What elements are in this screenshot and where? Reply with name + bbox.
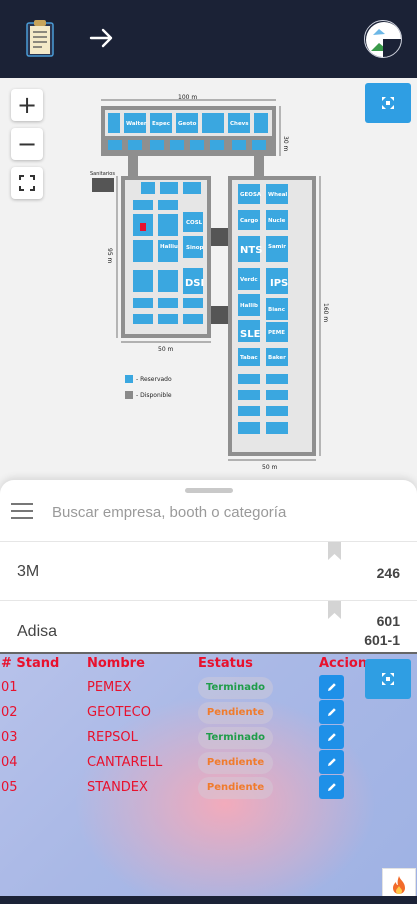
booth-label: COSL	[186, 220, 203, 226]
fullscreen-icon	[19, 175, 35, 191]
column-header-nombre: Nombre	[87, 656, 145, 671]
status-badge: Terminado	[198, 677, 273, 699]
booth-label: Halliu	[160, 244, 178, 250]
stand-number: 03	[1, 730, 18, 745]
dimension-label: 160 m	[322, 303, 329, 322]
booth-label: SLE	[240, 329, 261, 340]
booth-label: NTS	[240, 245, 262, 256]
company-name: 3M	[17, 563, 40, 580]
booth-number: 601	[376, 613, 400, 629]
zoom-in-button[interactable]: +	[11, 89, 43, 121]
stand-number: 02	[1, 705, 18, 720]
avatar[interactable]	[364, 20, 402, 58]
fire-icon	[393, 876, 405, 894]
booth-label: GEOSA	[240, 192, 262, 198]
booth-label: Cargo	[240, 218, 258, 224]
status-badge: Pendiente	[198, 777, 273, 799]
stand-name: STANDEX	[87, 780, 148, 795]
booth-label: Verdc	[240, 277, 258, 283]
sheet-drag-handle[interactable]	[185, 488, 233, 493]
dimension-label: 50 m	[158, 346, 174, 353]
dimension-label: 100 m	[178, 94, 197, 101]
edit-button[interactable]	[319, 775, 344, 799]
booth-label: PEME	[268, 330, 285, 336]
stand-name: REPSOL	[87, 730, 138, 745]
plus-icon: +	[16, 91, 38, 119]
booth-number: 601-1	[364, 632, 400, 648]
hamburger-icon[interactable]	[11, 502, 33, 520]
stand-name: CANTARELL	[87, 755, 163, 770]
bookmark-icon[interactable]	[328, 542, 341, 560]
clipboard-icon[interactable]	[22, 18, 58, 58]
column-header-estatus: Estatus	[198, 656, 253, 671]
fullscreen-button[interactable]	[11, 167, 43, 199]
minus-icon: −	[16, 130, 38, 158]
status-badge: Terminado	[198, 727, 273, 749]
stand-number: 04	[1, 755, 18, 770]
booth-label: Hallib	[240, 303, 258, 309]
zoom-out-button[interactable]: −	[11, 128, 43, 160]
edit-button[interactable]	[319, 725, 344, 749]
company-search-sheet: 3M 246 Adisa 601 601-1	[0, 480, 417, 660]
dimension-label: 30 m	[282, 136, 289, 152]
expand-icon	[382, 97, 394, 109]
booth-label: DSI	[185, 278, 204, 289]
booth-label: Espec	[152, 121, 170, 127]
company-name: Adisa	[17, 623, 58, 640]
arrow-right-icon[interactable]	[88, 24, 116, 52]
edit-button[interactable]	[319, 675, 344, 699]
stand-number: 01	[1, 680, 18, 695]
sanitarios-label: Sanitarios	[90, 171, 115, 177]
pencil-icon	[327, 733, 336, 741]
list-item[interactable]: Adisa 601 601-1	[0, 600, 417, 660]
pencil-icon	[327, 758, 336, 766]
booth-label: Wheal	[268, 192, 287, 198]
dimension-label: 95 m	[106, 248, 113, 264]
edit-button[interactable]	[319, 750, 344, 774]
floor-plan-map[interactable]: Walter Espec Geoto Chevs 100 m 30 m Sani…	[0, 78, 417, 498]
search-input[interactable]	[52, 498, 407, 526]
map-expand-button[interactable]	[365, 83, 411, 123]
floor-plan-drawing: Walter Espec Geoto Chevs 100 m 30 m Sani…	[90, 94, 329, 471]
booth-label: Walter	[126, 121, 147, 127]
expand-icon	[382, 673, 394, 685]
stand-number: 05	[1, 780, 18, 795]
bottom-bar	[0, 896, 417, 904]
avatar-placeholder-icon	[366, 22, 401, 57]
booth-label: Bianc	[268, 307, 285, 313]
edit-button[interactable]	[319, 700, 344, 724]
booth-number: 246	[376, 565, 400, 581]
status-badge: Pendiente	[198, 752, 273, 774]
booth-label: Samir	[268, 244, 286, 250]
legend-disponible: - Disponible	[136, 392, 172, 399]
booth-label: Sinop	[186, 245, 204, 251]
dimension-label: 50 m	[262, 464, 278, 471]
pencil-icon	[327, 683, 336, 691]
column-header-stand: # Stand	[1, 656, 60, 671]
column-header-acciones: Accion	[319, 656, 368, 671]
pencil-icon	[327, 783, 336, 791]
pencil-icon	[327, 708, 336, 716]
booth-label: Chevs	[230, 121, 249, 127]
booth-label: Nucle	[268, 218, 286, 224]
status-badge: Pendiente	[198, 702, 273, 724]
stand-name: GEOTECO	[87, 705, 151, 720]
table-expand-button[interactable]	[365, 659, 411, 699]
booth-label: IPS	[270, 278, 288, 289]
legend-reservado: - Reservado	[136, 376, 172, 383]
stand-status-table: # Stand Nombre Estatus Accion 01 PEMEX T…	[0, 652, 417, 896]
stand-name: PEMEX	[87, 680, 132, 695]
booth-label: Baker	[268, 355, 286, 361]
top-bar	[0, 0, 417, 78]
list-item[interactable]: 3M 246	[0, 541, 417, 601]
bookmark-icon[interactable]	[328, 601, 341, 619]
booth-label: Tabac	[240, 355, 258, 361]
booth-label: Geoto	[178, 121, 197, 127]
